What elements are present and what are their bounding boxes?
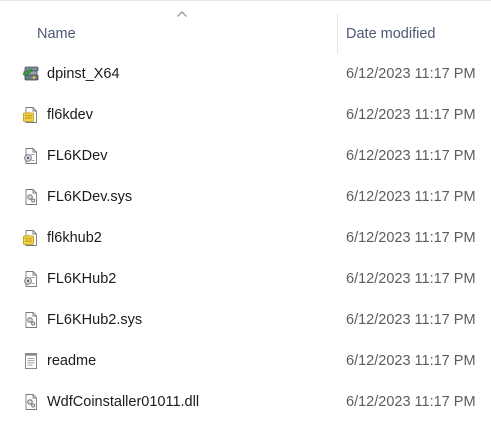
file-name: FL6KDev: [47, 148, 108, 164]
sort-up-arrow-icon: [176, 10, 188, 18]
file-name: fl6khub2: [47, 230, 102, 246]
file-name: FL6KHub2: [47, 271, 117, 287]
file-explorer-details-view: Name Date modified dpinst_X64 6/12/2023 …: [0, 0, 491, 422]
name-column-header[interactable]: Name: [30, 14, 336, 54]
file-row[interactable]: fl6kdev 6/12/2023 11:17 PM: [0, 95, 491, 136]
file-row[interactable]: FL6KHub2.sys 6/12/2023 11:17 PM: [0, 300, 491, 341]
system-file-icon: [22, 393, 40, 411]
file-name: WdfCoinstaller01011.dll: [47, 394, 200, 410]
file-date-modified: 6/12/2023 11:17 PM: [346, 230, 476, 246]
date-modified-column-label: Date modified: [346, 26, 436, 42]
date-modified-column-header[interactable]: Date modified: [339, 14, 491, 54]
file-list: dpinst_X64 6/12/2023 11:17 PM fl6kdev 6/…: [0, 54, 491, 422]
file-date-modified: 6/12/2023 11:17 PM: [346, 107, 476, 123]
file-date-modified: 6/12/2023 11:17 PM: [346, 394, 476, 410]
file-name: FL6KHub2.sys: [47, 312, 143, 328]
setup-information-icon: [22, 229, 40, 247]
file-row[interactable]: FL6KDev.sys 6/12/2023 11:17 PM: [0, 177, 491, 218]
column-header-row: Name Date modified: [0, 0, 491, 62]
file-date-modified: 6/12/2023 11:17 PM: [346, 312, 476, 328]
catalog-file-icon: [22, 147, 40, 165]
column-divider[interactable]: [337, 14, 338, 54]
file-name: dpinst_X64: [47, 66, 120, 82]
file-date-modified: 6/12/2023 11:17 PM: [346, 66, 476, 82]
file-row[interactable]: WdfCoinstaller01011.dll 6/12/2023 11:17 …: [0, 382, 491, 422]
file-row[interactable]: FL6KDev 6/12/2023 11:17 PM: [0, 136, 491, 177]
file-date-modified: 6/12/2023 11:17 PM: [346, 189, 476, 205]
file-date-modified: 6/12/2023 11:17 PM: [346, 148, 476, 164]
file-name: fl6kdev: [47, 107, 93, 123]
file-row[interactable]: readme 6/12/2023 11:17 PM: [0, 341, 491, 382]
file-row[interactable]: FL6KHub2 6/12/2023 11:17 PM: [0, 259, 491, 300]
system-file-icon: [22, 311, 40, 329]
setup-information-icon: [22, 106, 40, 124]
name-column-label: Name: [37, 26, 76, 42]
file-date-modified: 6/12/2023 11:17 PM: [346, 271, 476, 287]
system-file-icon: [22, 188, 40, 206]
catalog-file-icon: [22, 270, 40, 288]
file-date-modified: 6/12/2023 11:17 PM: [346, 353, 476, 369]
text-document-icon: [22, 352, 40, 370]
file-name: FL6KDev.sys: [47, 189, 133, 205]
installer-app-icon: [22, 65, 40, 83]
file-row[interactable]: fl6khub2 6/12/2023 11:17 PM: [0, 218, 491, 259]
file-name: readme: [47, 353, 97, 369]
file-row[interactable]: dpinst_X64 6/12/2023 11:17 PM: [0, 54, 491, 95]
